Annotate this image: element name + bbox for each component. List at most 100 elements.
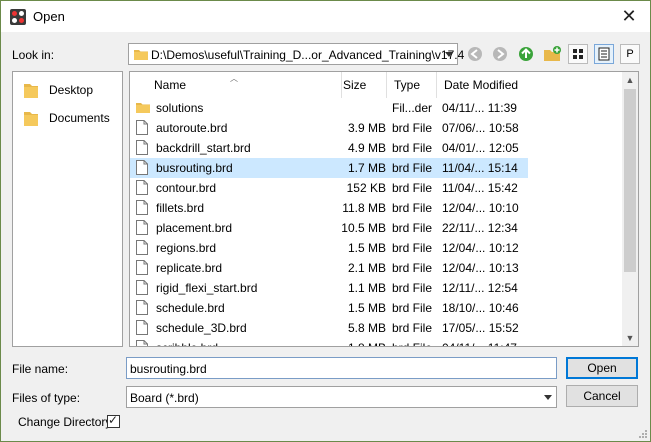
file-type: brd File xyxy=(392,301,433,315)
file-row[interactable]: placement.brd 10.5 MB brd File 22/11/... 12… xyxy=(130,218,528,238)
file-name-input[interactable]: busrouting.brd xyxy=(126,357,557,379)
look-in-combo[interactable]: D:\Demos\useful\Training_D...or_Advanced… xyxy=(128,43,464,65)
checkmark-icon: ✓ xyxy=(108,413,119,427)
file-name: regions.brd xyxy=(156,241,217,255)
file-list[interactable]: Name ︿ Size Type Date Modified solutions… xyxy=(129,71,639,347)
folder-icon xyxy=(136,100,150,117)
file-icon xyxy=(136,120,148,138)
file-name: placement.brd xyxy=(156,221,233,235)
open-button[interactable]: Open xyxy=(566,357,638,379)
file-icon xyxy=(136,200,148,218)
new-folder-icon[interactable] xyxy=(542,44,562,64)
file-name: autoroute.brd xyxy=(156,121,228,135)
file-size: 1.7 MB xyxy=(347,161,386,175)
place-desktop[interactable]: Desktop xyxy=(21,80,117,100)
file-date: 12/04/... 10:13 xyxy=(442,261,519,275)
preview-icon[interactable]: P xyxy=(620,44,640,64)
column-size[interactable]: Size xyxy=(336,72,387,98)
look-in-label: Look in: xyxy=(12,48,55,62)
open-dialog: Open ✕ Look in: D:\Demos\useful\Training… xyxy=(0,0,651,442)
file-row[interactable]: regions.brd 1.5 MB brd File 12/04/... 10:12 xyxy=(130,238,528,258)
file-row[interactable]: contour.brd 152 KB brd File 11/04/... 15:42 xyxy=(130,178,528,198)
file-type: brd File xyxy=(392,141,433,155)
file-icon xyxy=(136,240,148,258)
file-row[interactable]: autoroute.brd 3.9 MB brd File 07/06/... 10:… xyxy=(130,118,528,138)
file-size: 1.8 MB xyxy=(336,341,386,346)
list-view-icon[interactable] xyxy=(568,44,588,64)
file-date: 12/04/... 10:10 xyxy=(442,201,519,215)
folder-icon xyxy=(134,50,148,60)
chevron-down-icon[interactable] xyxy=(544,395,552,400)
file-size: 1.5 MB xyxy=(347,301,386,315)
folder-icon xyxy=(24,112,38,126)
file-name-value: busrouting.brd xyxy=(130,362,207,376)
up-folder-icon[interactable] xyxy=(516,44,536,64)
column-type[interactable]: Type xyxy=(387,72,437,98)
file-date: 12/04/... 10:12 xyxy=(442,241,519,255)
file-type-value: Board (*.brd) xyxy=(130,391,199,405)
file-name: fillets.brd xyxy=(156,201,205,215)
file-size: 1.5 MB xyxy=(347,241,386,255)
file-name: rigid_flexi_start.brd xyxy=(156,281,258,295)
file-icon xyxy=(136,180,148,198)
places-sidebar: Desktop Documents xyxy=(12,71,123,347)
place-label: Desktop xyxy=(49,83,94,97)
file-type: brd File xyxy=(392,341,432,346)
file-type: brd File xyxy=(392,181,433,195)
change-directory-checkbox[interactable]: ✓ xyxy=(107,413,120,428)
file-row[interactable]: rigid_flexi_start.brd 1.1 MB brd File 12/11… xyxy=(130,278,528,298)
file-date: 11/04/... 15:14 xyxy=(442,161,518,175)
column-date[interactable]: Date Modified xyxy=(437,72,528,98)
file-row[interactable]: replicate.brd 2.1 MB brd File 12/04/... 10:… xyxy=(130,258,528,278)
forward-icon[interactable] xyxy=(490,44,510,64)
resize-grip-icon[interactable] xyxy=(638,429,648,439)
back-icon[interactable] xyxy=(465,44,485,64)
scroll-up-icon[interactable]: ▲ xyxy=(622,72,638,88)
file-name: schedule.brd xyxy=(156,301,225,315)
file-rows: solutions Fil...der 04/11/... 11:39 autorou… xyxy=(130,98,623,346)
file-size: 3.9 MB xyxy=(347,121,386,135)
file-date: 07/06/... 10:58 xyxy=(442,121,519,135)
chevron-down-icon[interactable] xyxy=(445,52,453,57)
file-icon xyxy=(136,220,148,238)
file-name: solutions xyxy=(156,101,204,115)
title-bar[interactable]: Open ✕ xyxy=(1,1,650,32)
place-documents[interactable]: Documents xyxy=(21,108,117,128)
file-date: 22/11/... 12:34 xyxy=(442,221,518,235)
file-row[interactable]: schedule_3D.brd 5.8 MB brd File 17/05/... 1… xyxy=(130,318,528,338)
scroll-thumb[interactable] xyxy=(624,89,636,272)
file-type: brd File xyxy=(392,261,433,275)
file-name: contour.brd xyxy=(156,181,217,195)
file-row[interactable]: backdrill_start.brd 4.9 MB brd File 04/01/.… xyxy=(130,138,528,158)
file-name: scribble.brd xyxy=(156,341,218,346)
file-type-select[interactable]: Board (*.brd) xyxy=(126,386,557,408)
file-row[interactable]: schedule.brd 1.5 MB brd File 18/10/... 10:4… xyxy=(130,298,528,318)
file-icon xyxy=(136,280,148,298)
file-row[interactable]: busrouting.brd 1.7 MB brd File 11/04/... 15… xyxy=(130,158,528,178)
file-name: backdrill_start.brd xyxy=(156,141,251,155)
folder-icon xyxy=(24,84,38,98)
cancel-button[interactable]: Cancel xyxy=(566,385,638,407)
file-row[interactable]: solutions Fil...der 04/11/... 11:39 xyxy=(130,98,528,118)
file-list-header: Name ︿ Size Type Date Modified xyxy=(130,72,623,98)
file-size: 10.5 MB xyxy=(341,221,386,235)
column-name[interactable]: Name xyxy=(147,72,342,98)
file-type: brd File xyxy=(392,121,433,135)
detail-view-icon[interactable] xyxy=(594,44,614,64)
file-icon xyxy=(136,300,148,318)
file-row[interactable]: scribble.brd 1.8 MB brd File 04/11/... 11:4… xyxy=(130,338,528,346)
file-size: 2.1 MB xyxy=(347,261,386,275)
file-row[interactable]: fillets.brd 11.8 MB brd File 12/04/... 10:1… xyxy=(130,198,528,218)
file-icon xyxy=(136,320,148,338)
close-icon[interactable]: ✕ xyxy=(614,3,644,29)
file-icon xyxy=(136,260,148,278)
file-size: 5.8 MB xyxy=(347,321,386,335)
file-type: brd File xyxy=(392,241,433,255)
place-label: Documents xyxy=(49,111,110,125)
vertical-scrollbar[interactable]: ▲ ▼ xyxy=(622,72,638,346)
file-date: 04/11/... 11:47 xyxy=(442,341,517,346)
file-name: replicate.brd xyxy=(156,261,223,275)
file-type-label: Files of type: xyxy=(12,391,81,405)
scroll-down-icon[interactable]: ▼ xyxy=(622,330,638,346)
file-date: 11/04/... 15:42 xyxy=(442,181,518,195)
